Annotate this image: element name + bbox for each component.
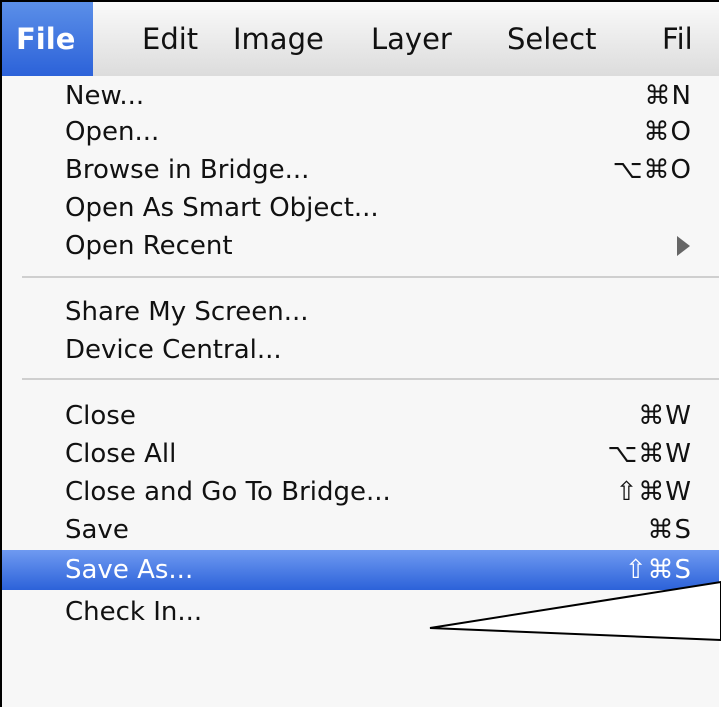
menu-item-shortcut: ⌥⌘O [612,155,692,185]
menu-item-share-my-screen[interactable]: Share My Screen... [2,294,692,330]
menu-item-new[interactable]: New... ⌘N [2,78,692,114]
menu-select[interactable]: Select [507,2,596,76]
menu-item-label: Open Recent [65,231,233,261]
menu-item-label: Open... [65,117,160,147]
menu-item-open-recent[interactable]: Open Recent [2,228,692,264]
menu-item-open-as-smart-object[interactable]: Open As Smart Object... [2,190,692,226]
screenshot-frame: File Edit Image Layer Select Fil New... … [0,0,719,707]
menu-item-shortcut: ⌥⌘W [607,439,692,469]
menu-separator [22,276,719,278]
file-menu-dropdown: New... ⌘N Open... ⌘O Browse in Bridge...… [2,76,719,707]
menu-item-save-as[interactable]: Save As... ⇧⌘S [2,550,719,590]
menu-item-shortcut: ⌘S [647,515,692,545]
menu-item-label: Close [65,401,136,431]
menu-item-device-central[interactable]: Device Central... [2,332,692,368]
menu-item-label: Close and Go To Bridge... [65,477,391,507]
menu-item-label: Save [65,515,129,545]
menu-item-label: Browse in Bridge... [65,155,310,185]
menu-item-shortcut: ⌘W [638,401,692,431]
menu-item-label: Open As Smart Object... [65,193,379,223]
menu-item-label: Check In... [65,597,203,627]
menu-separator [22,378,719,380]
menu-item-check-in[interactable]: Check In... [2,594,692,630]
submenu-arrow-icon [677,236,690,256]
menu-item-label: New... [65,81,145,111]
menu-item-browse-in-bridge[interactable]: Browse in Bridge... ⌥⌘O [2,152,692,188]
menu-item-label: Share My Screen... [65,297,309,327]
menu-item-shortcut: ⇧⌘S [624,555,692,585]
menu-bar: File Edit Image Layer Select Fil [2,2,719,77]
menu-item-shortcut: ⇧⌘W [615,477,692,507]
menu-item-shortcut: ⌘O [643,117,692,147]
menu-filter[interactable]: Fil [662,2,693,76]
menu-item-label: Save As... [65,555,194,585]
menu-item-close-and-go-to-bridge[interactable]: Close and Go To Bridge... ⇧⌘W [2,474,692,510]
menu-item-shortcut: ⌘N [644,81,692,111]
menu-edit[interactable]: Edit [142,2,198,76]
menu-item-label: Device Central... [65,335,282,365]
menu-item-close[interactable]: Close ⌘W [2,398,692,434]
menu-file[interactable]: File [2,2,94,76]
menu-layer[interactable]: Layer [371,2,452,76]
menu-image[interactable]: Image [233,2,324,76]
menu-item-open[interactable]: Open... ⌘O [2,114,692,150]
menu-item-save[interactable]: Save ⌘S [2,512,692,548]
menu-item-close-all[interactable]: Close All ⌥⌘W [2,436,692,472]
menu-item-label: Close All [65,439,177,469]
